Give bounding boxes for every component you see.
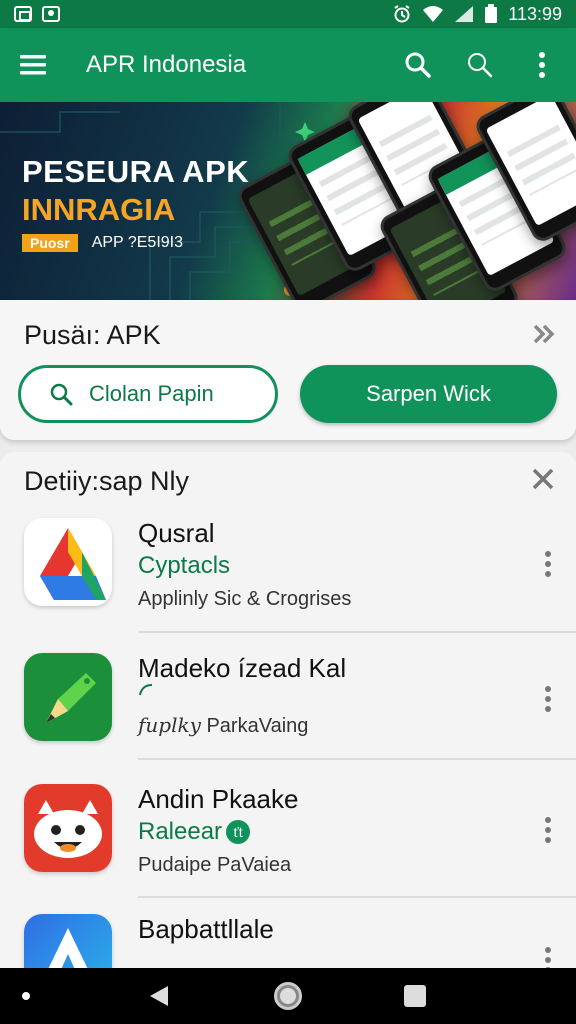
overflow-menu-button[interactable] [526,49,558,81]
double-chevron-right-icon [533,324,555,344]
search-icon [468,53,493,78]
app-description: fuplky ParkaVaing [138,713,309,737]
search-apps-label: Clolan Papin [89,381,214,406]
close-button[interactable] [530,466,558,494]
screenshot-icon [14,6,32,22]
primary-action-button[interactable]: Sarpen Wick [300,365,557,423]
app-list-card: Detiiy:sap Nly Qusral Cyptacls Applinly … [0,452,576,972]
battery-icon [485,4,498,23]
app-description: Pudaipe PaVaiea [138,854,292,876]
cute-monster-icon [34,800,102,858]
pencil-tag-icon [46,673,96,723]
app-name: Madeko ízead Kal [138,653,347,683]
banner-badge: Puosr [22,234,78,252]
divider [138,631,576,633]
banner-subtitle: INNRAGIA [22,192,176,227]
app-bar: APR Indonesia [0,28,576,102]
back-icon[interactable] [148,984,172,1008]
divider [138,896,576,898]
rating-badge: ťt [226,820,251,844]
wifi-icon [423,6,444,22]
item-menu-button[interactable] [538,814,558,846]
close-icon [532,468,554,490]
app-icon [24,914,112,972]
app-name: Qusral [138,518,215,548]
status-time: 113:99 [508,3,562,24]
app-name: Andin Pkaake [138,784,299,814]
menu-icon [20,55,46,75]
section-title: Pusäı: APK [24,320,161,350]
system-nav-bar [0,968,576,1024]
search-apps-button[interactable]: Clolan Papin [18,365,278,423]
section-title: Detiiy:sap Nly [24,466,190,496]
menu-button[interactable] [18,49,50,81]
divider [138,758,576,760]
search-button[interactable] [402,49,434,81]
recents-icon[interactable] [404,985,426,1007]
list-item[interactable]: Madeko ízead Kal fuplky ParkaVaing [0,639,576,765]
apk-center-card: Pusäı: APK Clolan Papin Sarpen Wick [0,300,576,440]
app-icon [24,518,112,606]
search-icon [50,383,73,406]
triangle-a-icon [46,928,90,972]
search-icon [405,52,431,78]
app-category [138,683,158,697]
app-category: Cyptacls [138,552,231,579]
list-item[interactable]: Andin Pkaake Raleear ťt Pudaipe PaVaiea [0,770,576,896]
item-menu-button[interactable] [538,548,558,580]
drive-triangle-icon [40,528,106,600]
nav-indicator-dot [22,992,30,1000]
list-item[interactable]: Bapbattllale [0,900,576,972]
checkmark-stroke-icon [139,684,153,696]
signal-icon [455,6,474,22]
status-bar: 113:99 [0,0,576,28]
alarm-icon [394,5,410,23]
banner-title: PESEURA APK [22,154,250,189]
promo-banner[interactable]: PESEURA APK INNRAGIA Puosr APP ?E5I9I3 [0,102,576,300]
see-more-button[interactable] [530,320,558,348]
banner-caption: APP ?E5I9I3 [91,234,184,251]
home-icon[interactable] [274,982,302,1010]
list-item[interactable]: Qusral Cyptacls Applinly Sic & Crogrises [0,504,576,630]
app-title: APR Indonesia [86,51,247,78]
search-button-secondary[interactable] [464,49,496,81]
camera-icon [42,6,60,22]
app-description: Applinly Sic & Crogrises [138,588,352,610]
app-name: Bapbattllale [138,914,274,944]
item-menu-button[interactable] [538,683,558,715]
more-vert-icon [539,52,545,78]
app-icon [24,784,112,872]
app-category: Raleear ťt [138,818,251,846]
app-icon [24,653,112,741]
